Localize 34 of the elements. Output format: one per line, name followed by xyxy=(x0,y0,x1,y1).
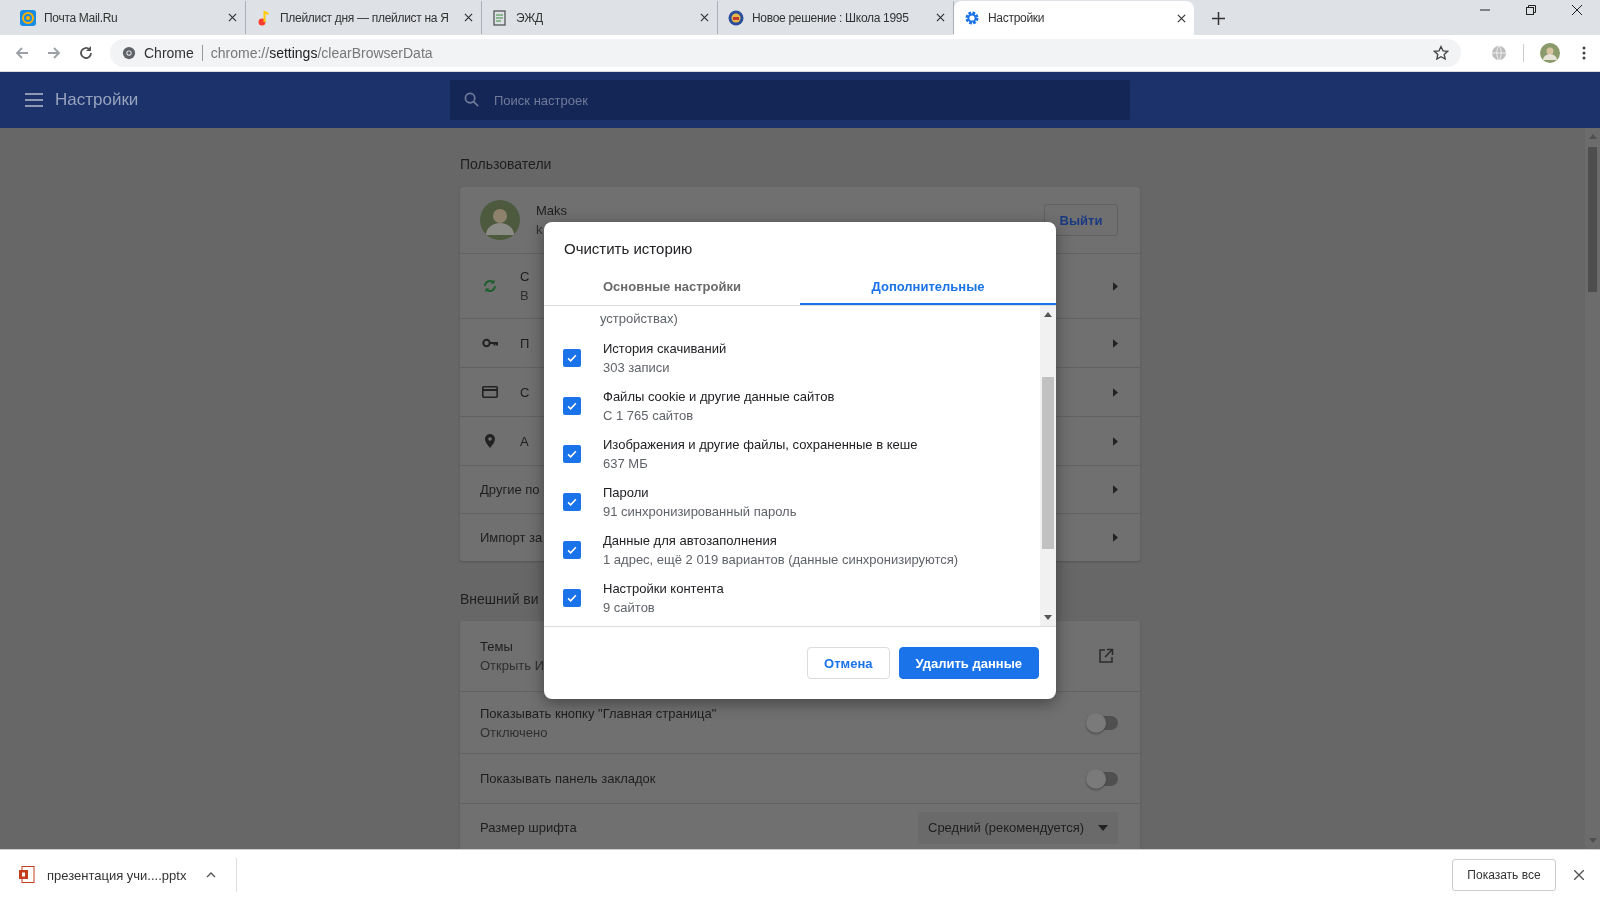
section-heading: Пользователи xyxy=(460,156,552,172)
row-sublabel: Отключено xyxy=(480,724,549,740)
option-description: 9 сайтов xyxy=(603,600,656,615)
option-description: устройствах) xyxy=(600,311,678,326)
row-sublabel: В xyxy=(520,288,530,303)
row-label: Темы xyxy=(480,639,514,654)
url-text: chrome://settings/clearBrowserData xyxy=(210,45,434,61)
profile-name: Maks xyxy=(536,203,569,218)
row-label: Импорт за xyxy=(480,530,540,545)
option-label: Изображения и другие файлы, сохраненные в кеше xyxy=(603,437,918,452)
option-label: Данные для автозаполнения xyxy=(603,533,778,548)
option-description: С 1 765 сайтов xyxy=(603,408,695,423)
row-label: П xyxy=(520,335,531,351)
option-description: 303 записи xyxy=(603,360,671,375)
row-label: С xyxy=(520,269,531,284)
row-label: Показывать панель закладок xyxy=(480,771,656,786)
site-label: Chrome xyxy=(144,45,194,61)
row-sublabel: Открыть И xyxy=(480,658,544,673)
row-label: Размер шрифта xyxy=(480,820,577,835)
section-heading: Внешний ви xyxy=(460,591,539,607)
option-label: История скачиваний xyxy=(603,341,727,356)
option-description: 91 синхронизированный пароль xyxy=(603,504,797,519)
row-label: Показывать кнопку "Главная страница" xyxy=(480,705,717,721)
profile-email: k xyxy=(536,222,544,237)
row-label: Другие по xyxy=(480,482,540,497)
page-title: Настройки xyxy=(55,90,140,110)
row-label: А xyxy=(520,433,530,449)
option-label: Файлы cookie и другие данные сайтов xyxy=(603,389,835,404)
option-label: Пароли xyxy=(603,485,650,500)
option-description: 1 адрес, ещё 2 019 вариантов (данные синхронизируются) xyxy=(603,552,959,567)
option-label: Настройки контента xyxy=(603,581,724,596)
dialog-title: Очистить историю xyxy=(563,239,694,259)
row-label: С xyxy=(520,384,531,400)
option-description: 637 МБ xyxy=(603,456,649,471)
